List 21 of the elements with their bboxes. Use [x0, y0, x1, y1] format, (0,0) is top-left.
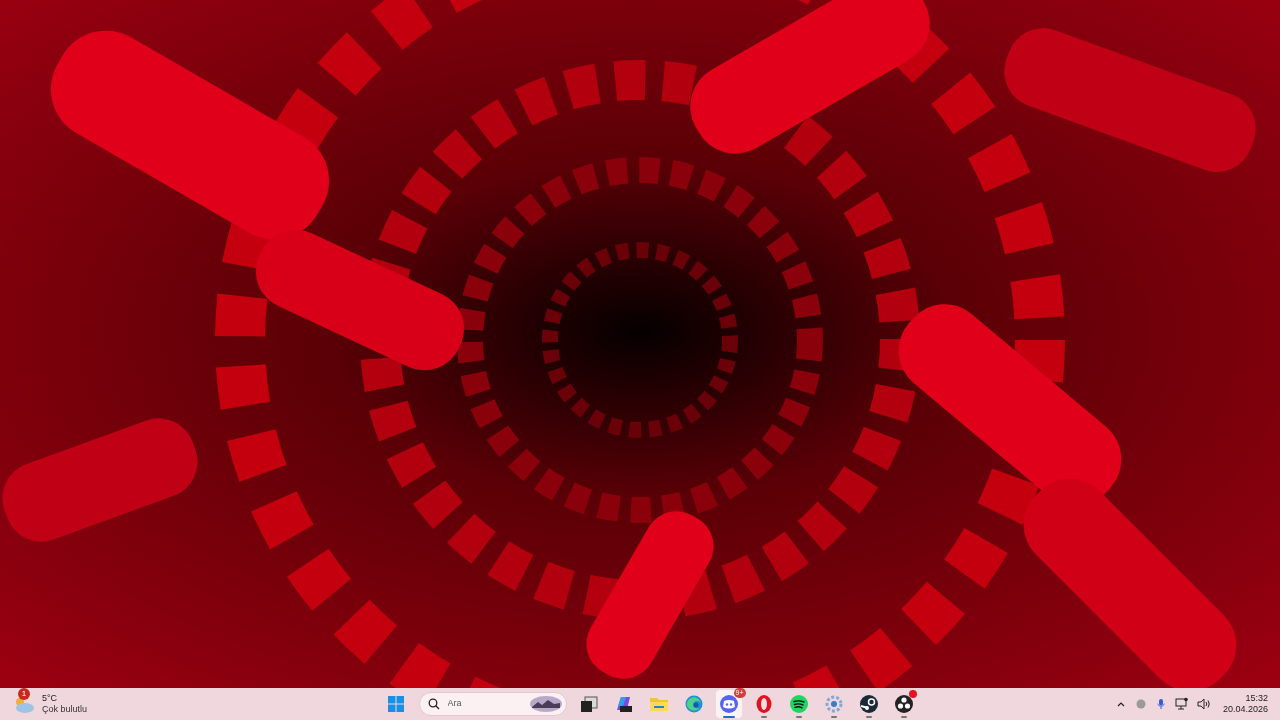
network-icon[interactable]	[1174, 697, 1189, 711]
game-app-icon	[858, 694, 879, 714]
recorder-icon	[893, 694, 914, 714]
browser-icon	[683, 694, 704, 714]
music-app-icon	[788, 694, 809, 714]
search-icon	[427, 698, 440, 710]
chat-app-icon	[718, 694, 739, 714]
weather-widget[interactable]: 1 5°C Çok bulutlu	[8, 688, 92, 720]
notification-badge: 1	[18, 688, 30, 700]
search-highlight-icon	[529, 696, 562, 712]
gear-icon	[823, 694, 844, 714]
clock[interactable]: 15:32 20.04.2026	[1218, 693, 1272, 715]
temperature: 5°C	[42, 693, 58, 704]
windows-logo-icon	[387, 696, 404, 712]
weather-condition: Çok bulutlu	[42, 704, 88, 715]
status-dot-icon[interactable]	[1134, 698, 1147, 710]
search-input[interactable]: Ara	[447, 697, 522, 711]
search-bar[interactable]: Ara	[418, 692, 567, 716]
task-view-icon	[578, 694, 599, 714]
speaker-icon[interactable]	[1196, 697, 1211, 711]
microphone-icon[interactable]	[1154, 698, 1167, 710]
